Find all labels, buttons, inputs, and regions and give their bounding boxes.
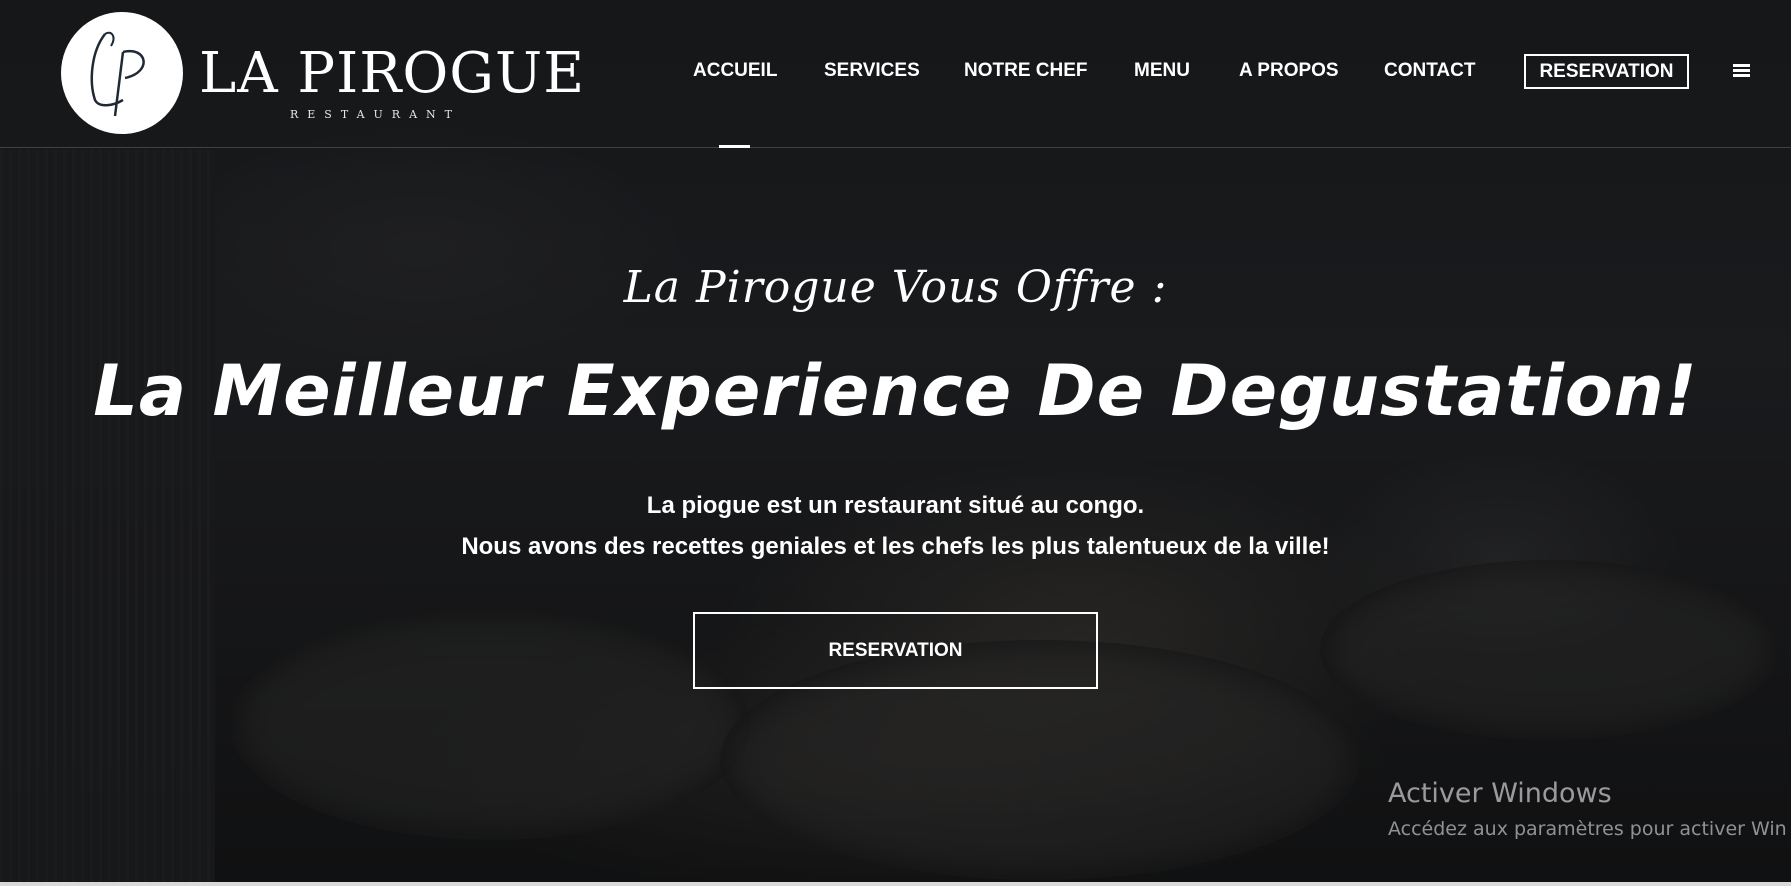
nav-reservation-button[interactable]: RESERVATION xyxy=(1524,54,1689,89)
nav-item-accueil[interactable]: ACCUEIL xyxy=(693,60,777,82)
brand-logo[interactable]: LA PIROGUE RESTAURANT xyxy=(61,12,621,136)
nav-active-indicator xyxy=(719,145,750,148)
nav-item-contact[interactable]: CONTACT xyxy=(1384,60,1475,82)
nav-item-a-propos[interactable]: A PROPOS xyxy=(1239,60,1339,82)
hamburger-icon[interactable] xyxy=(1733,64,1750,78)
page-bottom-border xyxy=(0,882,1791,886)
logo-monogram-icon xyxy=(90,31,145,117)
brand-subtitle: RESTAURANT xyxy=(290,108,461,121)
nav-item-notre-chef[interactable]: NOTRE CHEF xyxy=(964,60,1088,82)
hero-kicker: La Pirogue Vous Offre : xyxy=(623,262,1168,313)
hero-description-line-1: La piogue est un restaurant situé au con… xyxy=(646,492,1145,519)
windows-activation-title: Activer Windows xyxy=(1388,778,1612,809)
hero-description-line-2: Nous avons des recettes geniales et les … xyxy=(461,533,1330,560)
logo-monogram-badge xyxy=(61,12,183,134)
nav-item-services[interactable]: SERVICES xyxy=(824,60,920,82)
windows-activation-subtitle: Accédez aux paramètres pour activer Win xyxy=(1388,818,1787,840)
hero-reservation-button[interactable]: RESERVATION xyxy=(693,612,1098,689)
hero-title: La Meilleur Experience De Degustation! xyxy=(93,350,1698,432)
page: LA PIROGUE RESTAURANT ACCUEIL SERVICES N… xyxy=(0,0,1791,886)
site-header: LA PIROGUE RESTAURANT ACCUEIL SERVICES N… xyxy=(0,0,1791,148)
nav-item-menu[interactable]: MENU xyxy=(1134,60,1190,82)
brand-name: LA PIROGUE xyxy=(199,41,586,106)
